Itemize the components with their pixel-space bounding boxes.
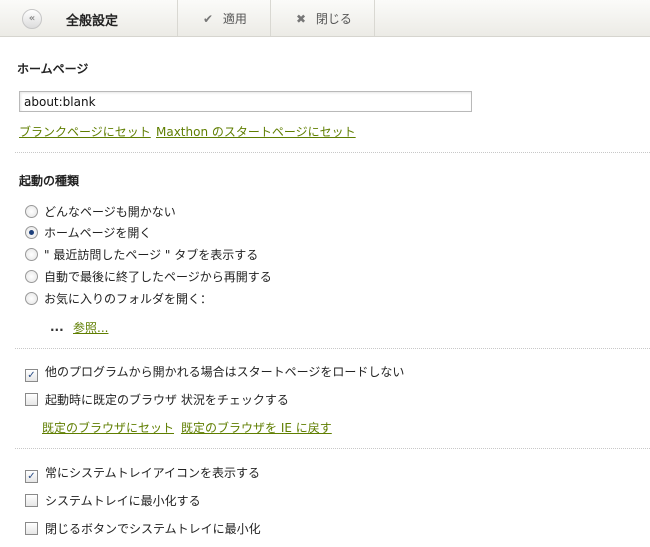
apply-button[interactable]: ✔ 適用 — [203, 10, 247, 27]
section-divider — [15, 348, 650, 349]
checkbox-label: 他のプログラムから開かれる場合はスタートページをロードしない — [45, 365, 405, 379]
checkbox-label: システムトレイに最小化する — [45, 494, 201, 508]
close-label: 閉じる — [315, 12, 352, 26]
radio-button[interactable] — [25, 270, 38, 283]
checkbox-checked[interactable]: ✓ — [25, 470, 38, 483]
toolbar-divider — [374, 0, 375, 36]
radio-button-selected[interactable] — [25, 226, 38, 239]
close-button[interactable]: ✖ 閉じる — [296, 10, 352, 27]
set-default-browser-link[interactable]: 既定のブラウザにセット — [42, 419, 174, 436]
restore-ie-default-link[interactable]: 既定のブラウザを IE に戻す — [181, 419, 332, 436]
startup-option-none[interactable]: どんなページも開かない — [25, 203, 176, 220]
radio-button[interactable] — [25, 292, 38, 305]
set-maxthon-start-page-link[interactable]: Maxthon のスタートページにセット — [156, 123, 356, 140]
toolbar: « 全般設定 ✔ 適用 ✖ 閉じる — [0, 0, 650, 37]
checkbox-label: 起動時に既定のブラウザ 状況をチェックする — [45, 393, 289, 407]
option-label: " 最近訪問したページ " タブを表示する — [44, 248, 259, 262]
always-show-tray-icon-checkbox-row[interactable]: ✓ 常にシステムトレイアイコンを表示する — [25, 464, 260, 483]
section-divider — [15, 448, 650, 449]
favorites-folder-path: ... — [50, 320, 64, 334]
back-icon[interactable]: « — [22, 9, 42, 29]
page-title: 全般設定 — [66, 14, 119, 29]
no-startpage-external-checkbox-row[interactable]: ✓ 他のプログラムから開かれる場合はスタートページをロードしない — [25, 363, 404, 382]
option-label: お気に入りのフォルダを開く： — [44, 292, 213, 306]
check-icon: ✔ — [203, 12, 214, 26]
section-divider — [15, 152, 650, 153]
check-default-browser-checkbox-row[interactable]: 起動時に既定のブラウザ 状況をチェックする — [25, 391, 289, 408]
checkbox[interactable] — [25, 393, 38, 406]
checkbox-label: 常にシステムトレイアイコンを表示する — [45, 466, 261, 480]
option-label: どんなページも開かない — [44, 205, 176, 219]
homepage-url-input[interactable] — [19, 91, 472, 112]
startup-option-resume[interactable]: 自動で最後に終了したページから再開する — [25, 268, 272, 285]
browse-link[interactable]: 参照... — [73, 319, 108, 336]
homepage-section-title: ホームページ — [17, 62, 89, 76]
option-label: 自動で最後に終了したページから再開する — [44, 270, 272, 284]
close-icon: ✖ — [296, 12, 307, 26]
checkbox-label: 閉じるボタンでシステムトレイに最小化 — [45, 522, 261, 536]
startup-section-title: 起動の種類 — [19, 174, 80, 188]
close-to-tray-checkbox-row[interactable]: 閉じるボタンでシステムトレイに最小化 — [25, 520, 261, 537]
startup-option-homepage[interactable]: ホームページを開く — [25, 224, 151, 241]
minimize-to-tray-checkbox-row[interactable]: システムトレイに最小化する — [25, 492, 201, 509]
toolbar-divider — [270, 0, 271, 36]
checkbox[interactable] — [25, 494, 38, 507]
startup-option-favorites-folder[interactable]: お気に入りのフォルダを開く： — [25, 290, 212, 307]
apply-label: 適用 — [222, 12, 247, 26]
set-blank-page-link[interactable]: ブランクページにセット — [19, 123, 151, 140]
radio-button[interactable] — [25, 205, 38, 218]
option-label: ホームページを開く — [44, 226, 152, 240]
checkbox[interactable] — [25, 522, 38, 535]
toolbar-divider — [177, 0, 178, 36]
checkbox-checked[interactable]: ✓ — [25, 369, 38, 382]
startup-option-recent-tab[interactable]: " 最近訪問したページ " タブを表示する — [25, 246, 258, 263]
radio-button[interactable] — [25, 248, 38, 261]
